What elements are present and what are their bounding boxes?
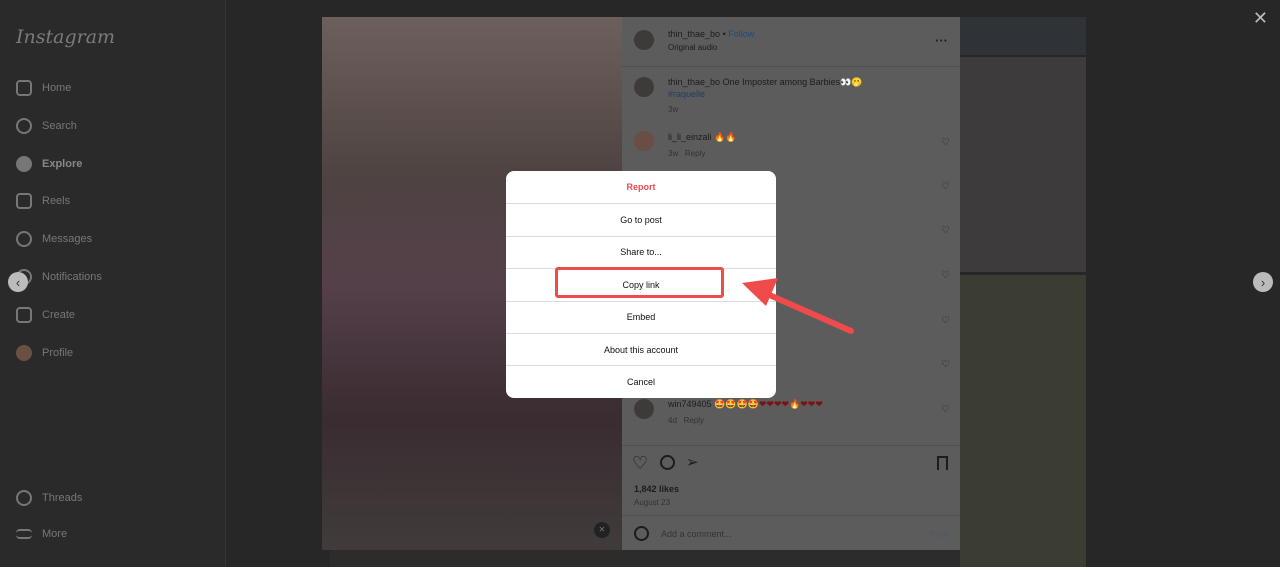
annotation-arrow [742,278,854,334]
